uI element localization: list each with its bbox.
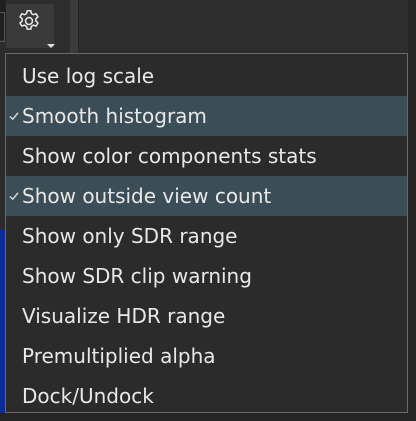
menu-item-label: Use log scale [22,64,155,88]
menu-item-label: Premultiplied alpha [22,344,216,368]
right-panel-edge [408,0,416,421]
app-window: Use log scale Smooth histogram Show colo… [0,0,416,421]
menu-item-visualize-hdr-range[interactable]: Visualize HDR range [6,296,407,336]
checkmark-icon [9,111,19,121]
menu-item-show-sdr-clip-warning[interactable]: Show SDR clip warning [6,256,407,296]
menu-item-label: Dock/Undock [22,384,154,408]
toolbar-background [0,0,416,52]
checkmark-icon [9,191,19,201]
menu-item-show-outside-view-count[interactable]: Show outside view count [6,176,407,216]
menu-item-label: Show SDR clip warning [22,264,252,288]
menu-item-use-log-scale[interactable]: Use log scale [6,56,407,96]
menu-item-label: Show only SDR range [22,224,238,248]
left-panel-frame [0,12,5,42]
settings-button[interactable] [6,4,55,48]
menu-item-show-only-sdr-range[interactable]: Show only SDR range [6,216,407,256]
menu-item-dock-undock[interactable]: Dock/Undock [6,376,407,416]
menu-item-label: Visualize HDR range [22,304,226,328]
menu-item-premultiplied-alpha[interactable]: Premultiplied alpha [6,336,407,376]
caret-down-icon [47,44,55,48]
settings-dropdown-menu: Use log scale Smooth histogram Show colo… [5,53,408,413]
menu-item-label: Smooth histogram [22,104,207,128]
menu-item-show-color-components-stats[interactable]: Show color components stats [6,136,407,176]
menu-item-label: Show color components stats [22,144,317,168]
gear-icon [18,9,42,38]
menu-item-smooth-histogram[interactable]: Smooth histogram [6,96,407,136]
menu-item-label: Show outside view count [22,184,272,208]
